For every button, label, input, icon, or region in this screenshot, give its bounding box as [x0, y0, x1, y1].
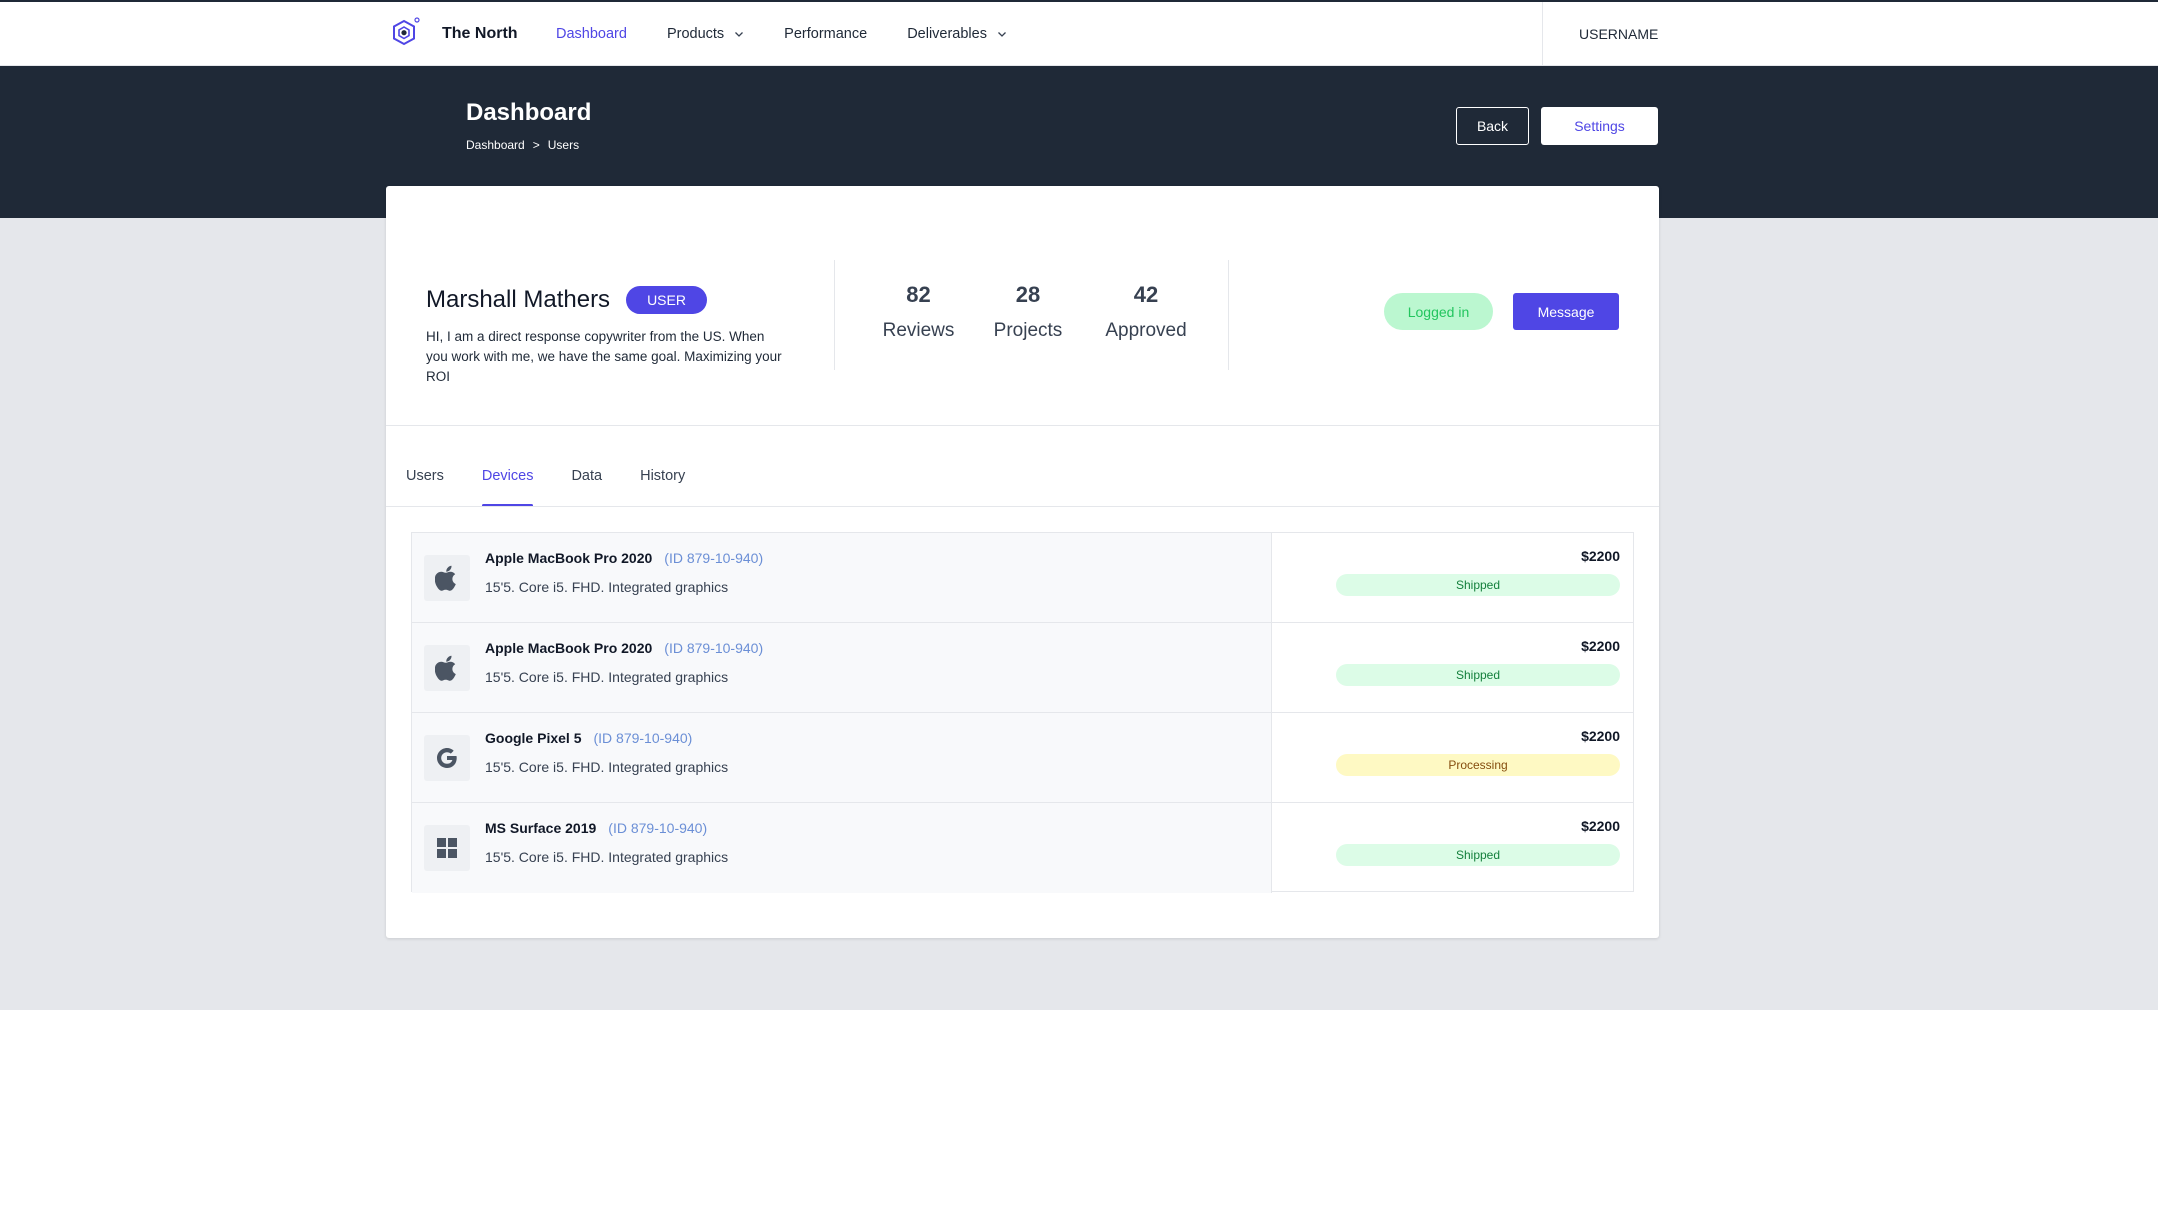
device-icon-box	[424, 555, 470, 601]
table-row[interactable]: Apple MacBook Pro 2020 (ID 879-10-940) 1…	[412, 533, 1633, 623]
device-id-link[interactable]: (ID 879-10-940)	[664, 550, 763, 566]
table-row[interactable]: MS Surface 2019 (ID 879-10-940) 15'5. Co…	[412, 803, 1633, 893]
nav-item-dashboard[interactable]: Dashboard	[556, 26, 627, 42]
nav-item-label: Products	[666, 26, 725, 42]
device-title: MS Surface 2019 (ID 879-10-940)	[485, 820, 707, 836]
device-title: Apple MacBook Pro 2020 (ID 879-10-940)	[485, 640, 763, 656]
status-badge: Processing	[1336, 754, 1620, 776]
top-navbar: The North Dashboard Products Performance…	[0, 2, 2158, 66]
table-row[interactable]: Google Pixel 5 (ID 879-10-940) 15'5. Cor…	[412, 713, 1633, 803]
windows-icon	[437, 838, 457, 858]
tab-users[interactable]: Users	[406, 468, 444, 508]
device-price: $2200	[1581, 818, 1620, 834]
device-id-link[interactable]: (ID 879-10-940)	[593, 730, 692, 746]
brand-name: The North	[442, 25, 518, 42]
back-button[interactable]: Back	[1456, 107, 1529, 145]
device-name: Apple MacBook Pro 2020	[485, 640, 653, 656]
breadcrumb-item-users[interactable]: Users	[548, 138, 579, 152]
device-spec: 15'5. Core i5. FHD. Integrated graphics	[485, 849, 729, 865]
stat-projects: 28 Projects	[968, 282, 1088, 342]
device-icon-box	[424, 735, 470, 781]
status-badge: Shipped	[1336, 574, 1620, 596]
device-spec: 15'5. Core i5. FHD. Integrated graphics	[485, 669, 729, 685]
role-badge: USER	[626, 286, 707, 314]
device-icon-box	[424, 645, 470, 691]
profile-card: Marshall Mathers USER HI, I am a direct …	[386, 186, 1659, 938]
brand[interactable]: The North	[388, 16, 518, 52]
main-nav: Dashboard Products Performance Deliverab…	[556, 2, 1047, 66]
breadcrumb: Dashboard > Users	[466, 138, 579, 152]
stat-label: Projects	[993, 320, 1063, 341]
device-price: $2200	[1581, 638, 1620, 654]
tabs-divider	[386, 506, 1659, 507]
page-title: Dashboard	[466, 99, 592, 126]
breadcrumb-item-dashboard[interactable]: Dashboard	[466, 138, 525, 152]
device-info: MS Surface 2019 (ID 879-10-940) 15'5. Co…	[412, 803, 1272, 893]
table-row[interactable]: Apple MacBook Pro 2020 (ID 879-10-940) 1…	[412, 623, 1633, 713]
device-id-link[interactable]: (ID 879-10-940)	[608, 820, 707, 836]
device-price: $2200	[1581, 548, 1620, 564]
nav-divider	[1542, 2, 1543, 66]
nav-item-label: Dashboard	[556, 26, 627, 42]
profile-tabs: Users Devices Data History	[406, 468, 723, 508]
hexagon-logo-icon	[393, 17, 420, 46]
nav-item-deliverables[interactable]: Deliverables	[907, 26, 1007, 42]
device-title: Apple MacBook Pro 2020 (ID 879-10-940)	[485, 550, 763, 566]
nav-item-performance[interactable]: Performance	[784, 26, 867, 42]
device-info: Google Pixel 5 (ID 879-10-940) 15'5. Cor…	[412, 713, 1272, 802]
device-info: Apple MacBook Pro 2020 (ID 879-10-940) 1…	[412, 533, 1272, 622]
device-info: Apple MacBook Pro 2020 (ID 879-10-940) 1…	[412, 623, 1272, 712]
device-spec: 15'5. Core i5. FHD. Integrated graphics	[485, 759, 729, 775]
tab-data[interactable]: Data	[571, 468, 602, 508]
status-badge: Shipped	[1336, 664, 1620, 686]
nav-item-label: Deliverables	[907, 26, 987, 42]
tab-history[interactable]: History	[640, 468, 685, 508]
device-price: $2200	[1581, 728, 1620, 744]
device-id-link[interactable]: (ID 879-10-940)	[664, 640, 763, 656]
stats-divider	[1228, 260, 1229, 370]
chevron-down-icon	[735, 32, 744, 37]
device-title: Google Pixel 5 (ID 879-10-940)	[485, 730, 692, 746]
message-button[interactable]: Message	[1513, 293, 1619, 330]
status-badge: Shipped	[1336, 844, 1620, 866]
user-bio: HI, I am a direct response copywriter fr…	[426, 329, 782, 384]
apple-icon	[435, 565, 456, 591]
login-status-badge: Logged in	[1384, 293, 1493, 330]
tab-devices[interactable]: Devices	[481, 468, 533, 508]
stats-divider	[834, 260, 835, 370]
nav-item-products[interactable]: Products	[667, 26, 744, 42]
google-icon	[437, 748, 457, 768]
username-menu[interactable]: USERNAME	[1579, 2, 1658, 66]
device-name: MS Surface 2019	[485, 820, 597, 836]
devices-table: Apple MacBook Pro 2020 (ID 879-10-940) 1…	[411, 532, 1634, 893]
chevron-down-icon	[998, 32, 1006, 37]
device-icon-box	[424, 825, 470, 871]
settings-button[interactable]: Settings	[1541, 107, 1658, 145]
user-name: Marshall Mathers	[426, 286, 611, 313]
stat-label: Approved	[1105, 320, 1187, 341]
device-name: Apple MacBook Pro 2020	[485, 550, 653, 566]
device-spec: 15'5. Core i5. FHD. Integrated graphics	[485, 579, 729, 595]
nav-item-label: Performance	[784, 26, 868, 42]
apple-icon	[435, 655, 456, 681]
breadcrumb-separator: >	[532, 138, 540, 152]
device-name: Google Pixel 5	[485, 730, 582, 746]
profile-name-row: Marshall Mathers USER	[426, 286, 707, 314]
profile-section: Marshall Mathers USER HI, I am a direct …	[386, 186, 1659, 426]
stat-approved: 42 Approved	[1086, 282, 1206, 342]
stat-value: 28	[1015, 282, 1041, 307]
stat-value: 42	[1133, 282, 1159, 307]
